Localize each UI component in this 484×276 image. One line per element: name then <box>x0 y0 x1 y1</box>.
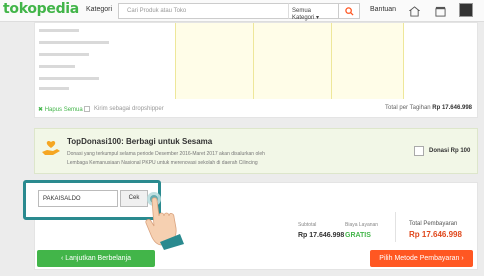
donation-hand-icon <box>41 140 61 161</box>
product-column-bg <box>175 23 403 99</box>
tokopedia-logo[interactable]: tokopedia <box>3 1 79 17</box>
column-divider <box>253 23 254 99</box>
column-divider <box>403 23 404 99</box>
dropshipper-option[interactable]: Kirim sebagai dropshipper <box>84 106 164 112</box>
redacted-text <box>39 65 75 68</box>
redacted-text <box>39 53 89 56</box>
shop-icon[interactable] <box>433 4 447 18</box>
donasi-description-2: Lembaga Kemanusiaan Nasional PKPU untuk … <box>67 160 258 166</box>
column-divider <box>175 23 176 99</box>
top-header: tokopedia Kategori Cari Produk atau Toko… <box>0 0 484 22</box>
notification-icon[interactable] <box>407 4 421 18</box>
biaya-layanan-value: GRATIS <box>345 232 371 239</box>
donasi-checkbox[interactable] <box>414 146 424 156</box>
donasi-title: TopDonasi100: Berbagi untuk Sesama <box>67 137 213 146</box>
bantuan-link[interactable]: Bantuan <box>370 6 396 13</box>
summary-divider <box>395 212 396 242</box>
subtotal-value: Rp 17.646.998 <box>298 232 345 239</box>
pointing-hand-icon <box>140 190 200 255</box>
total-pembayaran-value: Rp 17.646.998 <box>409 230 462 239</box>
search-category-select[interactable]: Semua Kategori ▾ <box>288 3 338 21</box>
search-button[interactable] <box>338 3 360 19</box>
order-card: ✖ Hapus Semua Kirim sebagai dropshipper … <box>34 22 478 118</box>
pilih-metode-pembayaran-button[interactable]: Pilih Metode Pembayaran › <box>370 250 473 267</box>
avatar[interactable] <box>459 3 473 17</box>
total-per-tagihan: Total per Tagihan Rp 17.646.998 <box>385 105 472 111</box>
dropshipper-checkbox[interactable] <box>84 106 90 112</box>
redacted-text <box>39 77 99 80</box>
biaya-layanan-label: Biaya Layanan <box>345 222 379 228</box>
redacted-text <box>39 41 109 44</box>
search-icon <box>344 6 354 16</box>
column-divider <box>331 23 332 99</box>
subtotal-label: Subtotal <box>298 222 317 228</box>
lanjutkan-berbelanja-button[interactable]: ‹ Lanjutkan Berbelanja <box>37 250 155 267</box>
total-per-tagihan-value: Rp 17.646.998 <box>432 105 472 111</box>
promo-code-input[interactable]: PAKAISALDO <box>38 190 118 207</box>
hapus-semua-link[interactable]: ✖ Hapus Semua <box>38 106 83 113</box>
redacted-text <box>39 29 79 32</box>
total-per-tagihan-label: Total per Tagihan <box>385 105 431 111</box>
kategori-menu[interactable]: Kategori <box>86 6 112 13</box>
dropshipper-label: Kirim sebagai dropshipper <box>94 106 164 112</box>
donasi-amount-label: Donasi Rp 100 <box>429 148 471 154</box>
total-pembayaran-label: Total Pembayaran <box>409 221 458 227</box>
donasi-panel: TopDonasi100: Berbagi untuk Sesama Donas… <box>34 128 478 174</box>
redacted-text <box>39 87 69 90</box>
donasi-description-1: Donasi yang terkumpul selama periode Des… <box>67 151 265 157</box>
